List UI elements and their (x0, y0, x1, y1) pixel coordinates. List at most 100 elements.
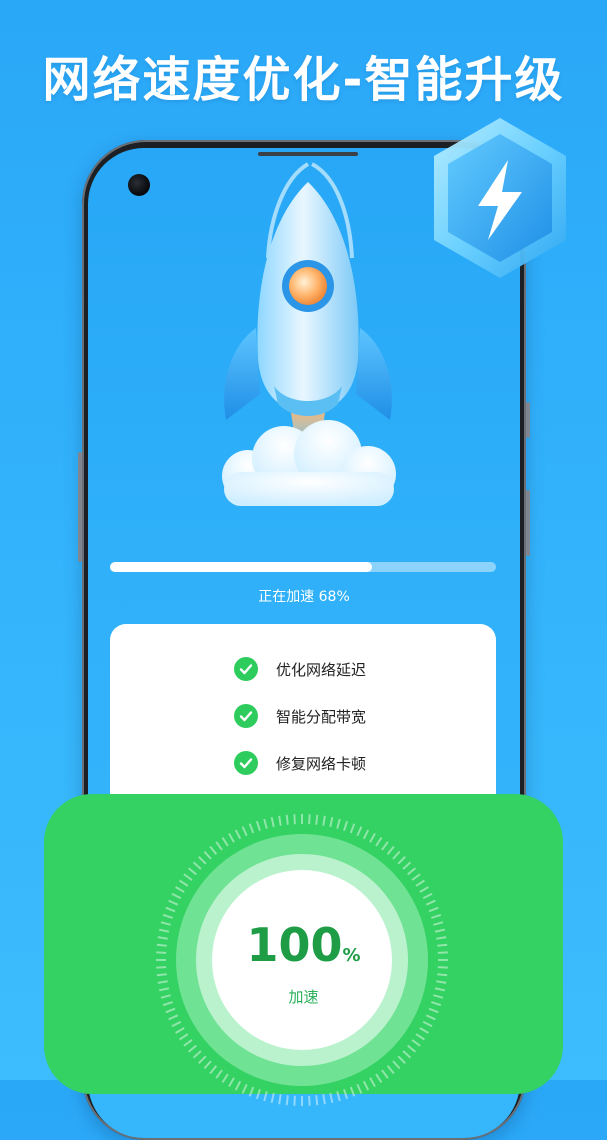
dial-tick (255, 820, 261, 831)
dial-tick (285, 1095, 289, 1106)
dial-tick (425, 899, 436, 906)
boost-status-label: 正在加速 68% (258, 589, 350, 605)
dial-tick (356, 1083, 363, 1094)
dial-tick (411, 873, 421, 881)
dial-tick (241, 826, 248, 837)
dial-tick (402, 1050, 412, 1059)
dial-tick (221, 837, 229, 847)
dial-tick (437, 973, 448, 977)
dial-tick (234, 829, 242, 840)
dial-tick (165, 906, 176, 913)
check-circle-icon (234, 657, 258, 681)
dial-tick (255, 1089, 261, 1100)
dial-tick (422, 892, 433, 900)
dial-tick (336, 818, 341, 829)
dial-tick (248, 1086, 255, 1097)
dial-tick (392, 1060, 401, 1070)
dial-tick (386, 1065, 395, 1075)
dial-tick (315, 814, 319, 825)
checklist-item-label: 智能分配带宽 (276, 707, 367, 726)
dial-tick (369, 833, 376, 843)
dial-tick (198, 856, 207, 865)
dial-tick (369, 1077, 376, 1087)
dial-tick (285, 814, 289, 825)
rocket-icon (222, 162, 396, 506)
dial-tick (428, 906, 439, 913)
dial-tick (308, 1095, 311, 1106)
dial-tick (402, 861, 412, 870)
dial-tick (329, 1092, 334, 1104)
dial-tick (397, 856, 406, 865)
dial-tick (436, 980, 447, 984)
dial-tick (179, 879, 189, 887)
dial-tick (165, 1007, 176, 1014)
dial-tick (171, 892, 182, 900)
list-item: 修复网络卡顿 (234, 750, 366, 776)
dial-tick (356, 826, 363, 837)
dial-tick (392, 850, 401, 860)
dial-tick (183, 1039, 193, 1047)
dial-tick (386, 845, 395, 855)
dial-tick (422, 1020, 433, 1028)
dial-tick (362, 829, 370, 840)
dial-tick (221, 1073, 229, 1083)
dial-tick (192, 861, 202, 870)
result-label: 加速 (288, 988, 319, 1006)
dial-tick (375, 837, 383, 847)
phone-side-button (526, 490, 530, 556)
dial-tick (248, 823, 255, 834)
dial-tick (168, 899, 179, 906)
dial-tick (322, 815, 326, 826)
dial-tick (381, 1069, 389, 1079)
dial-tick (157, 980, 168, 984)
dial-tick (209, 845, 218, 855)
dial-tick (175, 1027, 185, 1034)
check-circle-icon (234, 751, 258, 775)
dial-tick (329, 816, 334, 828)
dial-tick (171, 1020, 182, 1028)
dial-tick (322, 1094, 326, 1105)
boost-progress-bar (110, 562, 496, 572)
dial-tick (241, 1083, 248, 1094)
dial-tick (411, 1039, 421, 1047)
check-circle-icon (234, 704, 258, 728)
headline-title: 网络速度优化-智能升级 (42, 52, 565, 108)
dial-tick (215, 841, 223, 851)
dial-tick (343, 1089, 349, 1100)
dial-tick (168, 1014, 179, 1021)
dial-tick (315, 1095, 319, 1106)
result-unit: % (342, 945, 361, 966)
dial-tick (209, 1065, 218, 1075)
dial-tick (270, 816, 275, 828)
dial-tick (375, 1073, 383, 1083)
dial-tick (263, 818, 268, 829)
dial-tick (278, 1094, 282, 1105)
result-number: 100 (246, 918, 343, 972)
dial-tick (336, 1091, 341, 1102)
dial-tick (263, 1091, 268, 1102)
dial-tick (179, 1033, 189, 1041)
dial-tick (228, 833, 235, 843)
dial-tick (381, 841, 389, 851)
dial-tick (278, 815, 282, 826)
dial-tick (293, 1095, 296, 1106)
dial-tick (187, 1044, 197, 1053)
dial-tick (415, 879, 425, 887)
dial-tick (192, 1050, 202, 1059)
dial-tick (415, 1033, 425, 1041)
dial-tick (425, 1014, 436, 1021)
dial-tick (308, 814, 311, 825)
phone-side-button (78, 452, 82, 562)
dial-tick (270, 1092, 275, 1104)
dial-tick (428, 1007, 439, 1014)
lightning-bolt-icon (434, 118, 566, 278)
dial-tick (228, 1077, 235, 1087)
list-item: 智能分配带宽 (234, 703, 366, 729)
front-camera-icon (128, 174, 150, 196)
dial-tick (198, 1055, 207, 1064)
dial-tick (343, 820, 349, 831)
dial-tick (397, 1055, 406, 1064)
dial-tick (203, 1060, 212, 1070)
dial-tick (349, 823, 356, 834)
dial-tick (203, 850, 212, 860)
